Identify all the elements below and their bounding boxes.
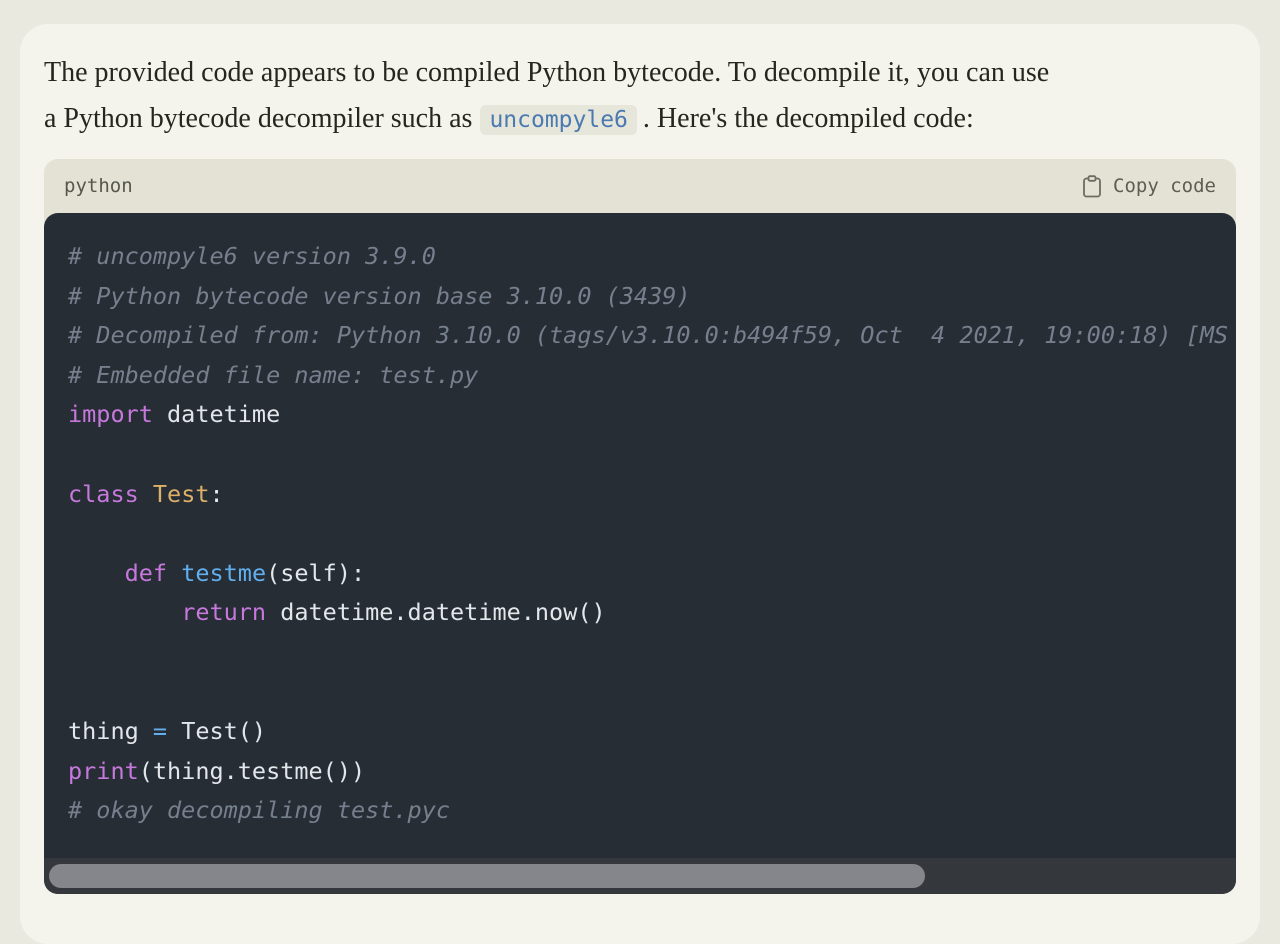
assistant-message-text: The provided code appears to be compiled… (44, 50, 1236, 143)
code-token: # uncompyle6 version 3.9.0 (68, 242, 436, 270)
code-token: return (181, 598, 267, 627)
code-token: # Embedded file name: test.py (68, 360, 479, 389)
code-content: # uncompyle6 version 3.9.0 # Python bytec… (44, 213, 1236, 831)
code-line: # Embedded file name: test.py (68, 356, 1236, 396)
code-area: # uncompyle6 version 3.9.0 # Python bytec… (44, 213, 1236, 894)
code-token: import (68, 400, 153, 429)
code-block: python Copy code # uncompyle6 version 3.… (44, 159, 1236, 894)
message-line-1: The provided code appears to be compiled… (44, 57, 1050, 88)
copy-code-label: Copy code (1113, 175, 1216, 197)
code-token: thing (68, 717, 153, 746)
code-line: thing = Test() (68, 712, 1236, 752)
code-token: # Decompiled from: Python 3.10.0 (tags/v… (68, 321, 1229, 350)
message-card: The provided code appears to be compiled… (20, 24, 1260, 944)
code-line: # okay decompiling test.pyc (68, 791, 1236, 831)
code-line: print(thing.testme()) (68, 752, 1236, 792)
code-line: return datetime.datetime.now() (68, 593, 1236, 633)
code-token: Test() (167, 717, 267, 746)
message-line-2-post: . Here's the decompiled code: (642, 103, 974, 134)
code-token: class (68, 479, 139, 508)
code-line: # uncompyle6 version 3.9.0 (68, 237, 1236, 277)
code-token: (thing.testme()) (138, 756, 366, 785)
code-token: # okay decompiling test.pyc (68, 796, 451, 825)
code-token: (self): (266, 558, 366, 587)
copy-code-button[interactable]: Copy code (1082, 174, 1216, 198)
code-token: # Python bytecode version base 3.10.0 (3… (68, 281, 691, 310)
code-token: = (152, 717, 168, 746)
code-token: def (124, 558, 168, 587)
code-language-label: python (64, 175, 133, 197)
code-token: datetime (152, 400, 281, 429)
code-token: print (68, 756, 139, 785)
code-line: import datetime (68, 395, 1236, 435)
code-token: datetime.datetime.now() (266, 598, 606, 627)
inline-code: uncompyle6 (480, 105, 637, 135)
message-line-2: a Python bytecode decompiler such as unco… (44, 96, 1236, 143)
code-token: Test (152, 479, 210, 508)
scrollbar-thumb[interactable] (49, 864, 926, 888)
code-token: : (209, 479, 224, 508)
clipboard-icon (1082, 174, 1102, 198)
message-line-2-pre: a Python bytecode decompiler such as (44, 103, 473, 134)
code-line: def testme(self): (68, 554, 1236, 594)
code-line: # Python bytecode version base 3.10.0 (3… (68, 277, 1236, 317)
code-line: # Decompiled from: Python 3.10.0 (tags/v… (68, 316, 1236, 356)
code-line: class Test: (68, 475, 1236, 515)
horizontal-scrollbar[interactable] (44, 858, 1236, 894)
code-token: testme (181, 558, 267, 587)
